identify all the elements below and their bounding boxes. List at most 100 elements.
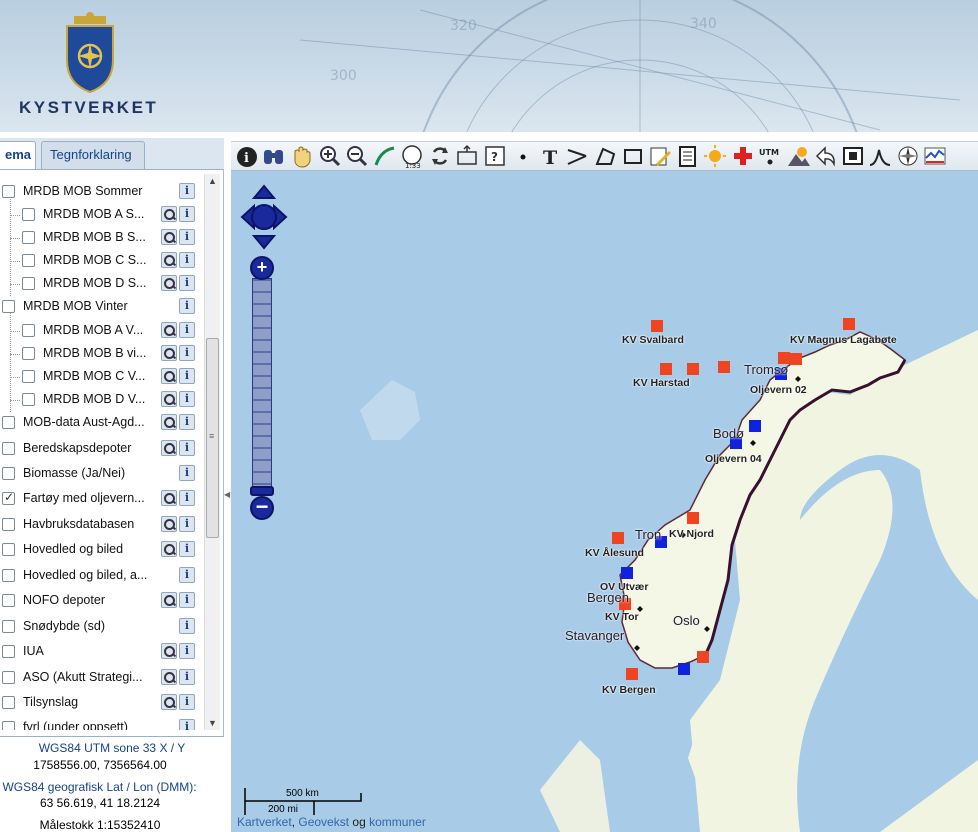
zoom-to-layer-icon[interactable] (161, 322, 177, 338)
layer-info-icon[interactable]: i (179, 516, 195, 532)
help-tool-icon[interactable] (483, 145, 507, 169)
credit-kartverket-link[interactable]: Kartverket (237, 815, 292, 829)
panel-collapse-icon[interactable]: ◀ (224, 490, 230, 502)
layer-info-icon[interactable]: i (179, 414, 195, 430)
pan-control[interactable] (240, 184, 288, 250)
layer-info-icon[interactable]: i (179, 541, 195, 557)
layer-checkbox[interactable] (22, 393, 35, 406)
layer-info-icon[interactable]: i (179, 592, 195, 608)
draw-rectangle-tool-icon[interactable] (621, 145, 645, 169)
layer-row[interactable]: Biomasse (Ja/Nei) i (0, 463, 204, 485)
sun-tool-icon[interactable] (703, 145, 727, 169)
zoom-to-layer-icon[interactable] (161, 414, 177, 430)
edit-tool-icon[interactable] (648, 145, 672, 169)
layer-row[interactable]: IUA i (0, 641, 204, 663)
layer-checkbox[interactable] (22, 324, 35, 337)
draw-line-tool-icon[interactable] (565, 145, 589, 169)
layer-row[interactable]: Hovedled og biled i (0, 539, 204, 561)
layer-info-icon[interactable]: i (179, 275, 195, 291)
zoom-to-layer-icon[interactable] (161, 206, 177, 222)
layer-checkbox[interactable] (22, 370, 35, 383)
layer-info-icon[interactable]: i (179, 694, 195, 710)
binoculars-tool-icon[interactable] (262, 145, 286, 169)
layer-row[interactable]: MRDB MOB Sommer i (0, 181, 204, 203)
mountain-tool-icon[interactable] (786, 145, 810, 169)
layer-checkbox[interactable] (22, 231, 35, 244)
layer-checkbox[interactable] (2, 185, 15, 198)
layer-row[interactable]: Tilsynslag i (0, 692, 204, 714)
zoom-to-layer-icon[interactable] (161, 368, 177, 384)
zoom-to-layer-icon[interactable] (161, 440, 177, 456)
compass-tool-icon[interactable] (896, 145, 920, 169)
refresh-tool-icon[interactable] (428, 145, 452, 169)
layer-checkbox[interactable] (22, 208, 35, 221)
map-canvas[interactable] (231, 168, 978, 832)
layer-checkbox[interactable] (2, 696, 15, 709)
layer-info-icon[interactable]: i (179, 391, 195, 407)
layer-row[interactable]: MRDB MOB A V... i (0, 320, 204, 342)
layer-row[interactable]: MRDB MOB B S... i (0, 227, 204, 249)
layer-checkbox[interactable] (2, 543, 15, 556)
tab-tegnforklaring[interactable]: Tegnforklaring (41, 141, 145, 169)
draw-point-tool-icon[interactable] (511, 145, 535, 169)
zoom-to-layer-icon[interactable] (161, 592, 177, 608)
layer-info-icon[interactable]: i (179, 183, 195, 199)
layer-info-icon[interactable]: i (179, 298, 195, 314)
zoom-track[interactable] (252, 278, 272, 494)
zoom-to-layer-icon[interactable] (161, 345, 177, 361)
document-tool-icon[interactable] (676, 145, 700, 169)
zoom-slider[interactable]: + − (250, 256, 274, 522)
layer-info-icon[interactable]: i (179, 345, 195, 361)
layer-checkbox[interactable] (2, 594, 15, 607)
layer-info-icon[interactable]: i (179, 229, 195, 245)
layer-scrollbar[interactable]: ▲ ≡ ▼ (204, 174, 220, 730)
layer-checkbox[interactable] (22, 277, 35, 290)
pan-hand-tool-icon[interactable] (290, 145, 314, 169)
layer-checkbox[interactable] (2, 518, 15, 531)
layer-info-icon[interactable]: i (179, 322, 195, 338)
scroll-thumb[interactable]: ≡ (206, 338, 219, 538)
zoom-to-layer-icon[interactable] (161, 516, 177, 532)
layer-info-icon[interactable]: i (179, 719, 195, 730)
zoom-minus-icon[interactable]: − (250, 496, 274, 520)
undo-tool-icon[interactable] (813, 145, 837, 169)
chart-tool-icon[interactable] (923, 145, 947, 169)
info-tool-icon[interactable] (235, 145, 259, 169)
layer-row[interactable]: Beredskapsdepoter i (0, 438, 204, 460)
zoom-to-layer-icon[interactable] (161, 643, 177, 659)
layer-info-icon[interactable]: i (179, 465, 195, 481)
frame-tool-icon[interactable] (841, 145, 865, 169)
zoom-to-layer-icon[interactable] (161, 490, 177, 506)
layer-checkbox[interactable] (2, 467, 15, 480)
layer-info-icon[interactable]: i (179, 440, 195, 456)
tab-tema[interactable]: ema (0, 141, 36, 169)
layer-checkbox[interactable] (2, 721, 15, 730)
layer-checkbox[interactable] (2, 300, 15, 313)
zoom-plus-icon[interactable]: + (250, 256, 274, 280)
layer-info-icon[interactable]: i (179, 669, 195, 685)
zoom-to-layer-icon[interactable] (161, 252, 177, 268)
layer-row[interactable]: MRDB MOB D V... i (0, 389, 204, 411)
scale-tool-icon[interactable] (400, 145, 424, 169)
layer-row[interactable]: MRDB MOB A S... i (0, 204, 204, 226)
layer-checkbox[interactable] (22, 347, 35, 360)
layer-row[interactable]: NOFO depoter i (0, 590, 204, 612)
layer-checkbox[interactable] (2, 416, 15, 429)
layer-info-icon[interactable]: i (179, 368, 195, 384)
zoom-out-tool-icon[interactable] (345, 145, 369, 169)
layer-row[interactable]: MRDB MOB C S... i (0, 250, 204, 272)
layer-checkbox[interactable] (2, 645, 15, 658)
layer-row[interactable]: MOB-data Aust-Agd... i (0, 412, 204, 434)
zoom-in-tool-icon[interactable] (318, 145, 342, 169)
layer-info-icon[interactable]: i (179, 206, 195, 222)
layer-row[interactable]: MRDB MOB D S... i (0, 273, 204, 295)
layer-row[interactable]: MRDB MOB C V... i (0, 366, 204, 388)
layer-row[interactable]: fyrl (under oppsett) i (0, 717, 204, 730)
profile-tool-icon[interactable] (868, 145, 892, 169)
layer-checkbox[interactable] (2, 620, 15, 633)
layer-checkbox[interactable] (2, 671, 15, 684)
zoom-to-layer-icon[interactable] (161, 391, 177, 407)
layer-checkbox[interactable] (2, 569, 15, 582)
draw-text-tool-icon[interactable] (538, 145, 562, 169)
layer-checkbox[interactable] (2, 442, 15, 455)
